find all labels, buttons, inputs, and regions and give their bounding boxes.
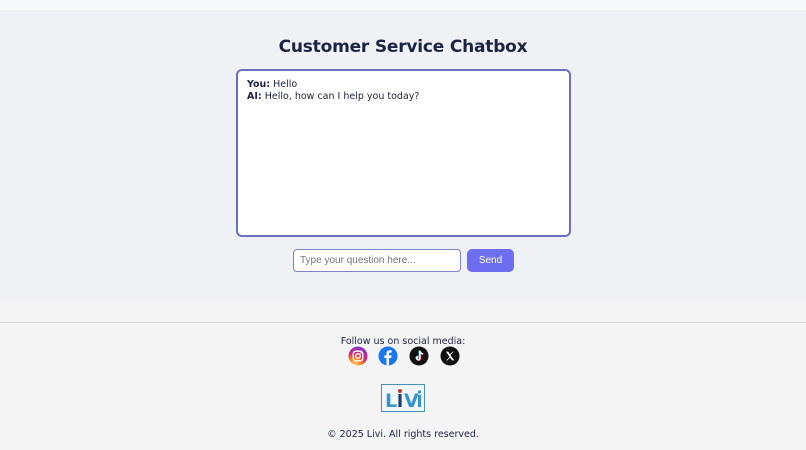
send-button[interactable]: Send [467, 249, 514, 272]
top-strip [0, 0, 806, 10]
follow-text: Follow us on social media: [340, 336, 466, 347]
copyright-text: © 2025 Livi. All rights reserved. [327, 429, 479, 440]
tiktok-icon[interactable] [409, 346, 429, 366]
message-text: Hello, how can I help you today? [264, 90, 420, 102]
x-icon[interactable] [440, 346, 460, 366]
chat-message: AI: Hello, how can I help you today? [247, 91, 560, 103]
chat-log[interactable]: You: Hello AI: Hello, how can I help you… [236, 69, 571, 237]
chat-section: Customer Service Chatbox You: Hello AI: … [0, 10, 806, 300]
facebook-icon[interactable] [378, 346, 398, 366]
instagram-icon[interactable] [348, 346, 368, 366]
message-text: Hello [273, 79, 298, 90]
svg-text:L: L [385, 390, 397, 412]
footer: Follow us on social media: L V © 2025 Li… [0, 322, 806, 450]
chat-message: You: Hello [247, 79, 560, 91]
svg-text:V: V [404, 390, 419, 412]
question-input[interactable] [293, 249, 461, 272]
message-speaker: AI: [247, 90, 262, 102]
message-speaker: You: [247, 79, 271, 90]
page-title: Customer Service Chatbox [278, 37, 528, 57]
livi-logo: L V [381, 384, 425, 412]
